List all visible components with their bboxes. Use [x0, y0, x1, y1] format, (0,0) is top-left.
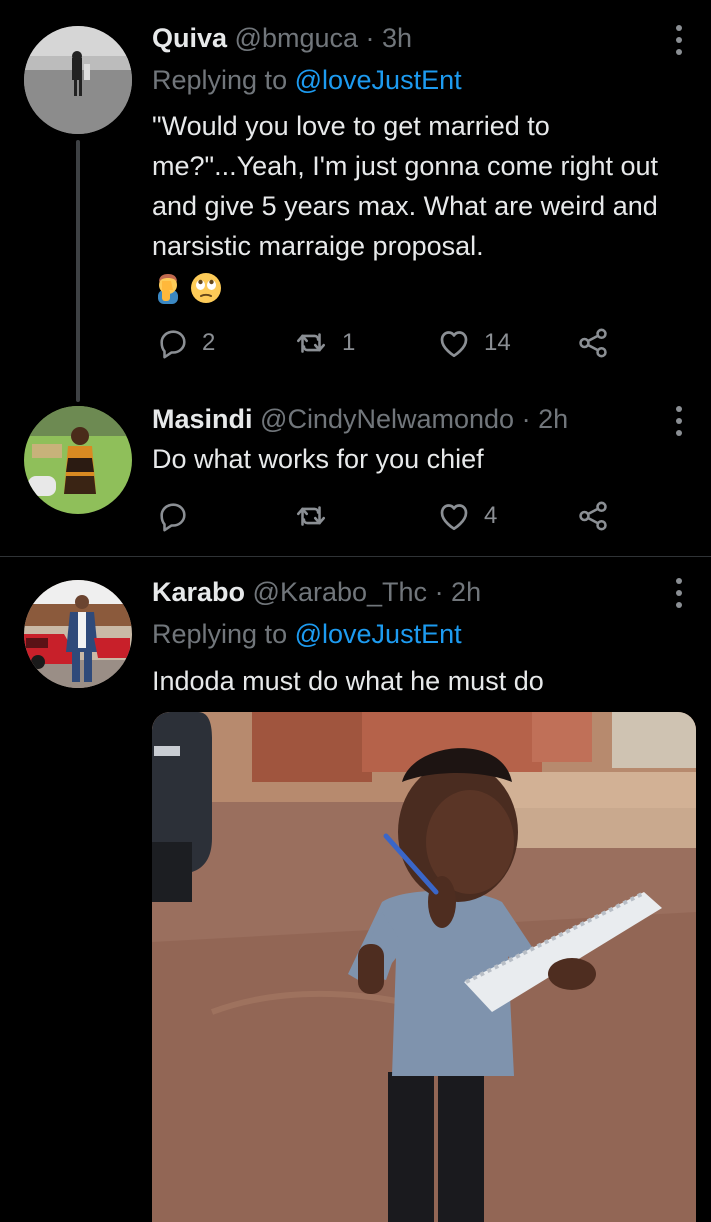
tweet-masindi[interactable]: Masindi @CindyNelwamondo · 2h Do what wo… — [0, 400, 711, 556]
tweet-text-content: Do what works for you chief — [152, 444, 484, 474]
like-count: 4 — [484, 502, 498, 529]
share-button[interactable] — [576, 323, 610, 363]
mention-link[interactable]: @loveJustEnt — [295, 65, 462, 95]
more-options-icon[interactable] — [668, 25, 690, 55]
face-with-rolling-eyes-emoji — [191, 273, 221, 303]
mention-link[interactable]: @loveJustEnt — [295, 619, 462, 649]
tweet-actions: 4 — [156, 496, 626, 536]
timestamp[interactable]: · 2h — [435, 577, 482, 607]
reply-icon — [156, 326, 190, 360]
emoji-row — [152, 268, 228, 308]
tweet-text: Do what works for you chief — [152, 439, 682, 479]
replying-prefix: Replying to — [152, 619, 288, 649]
share-icon — [576, 326, 610, 360]
heart-icon — [436, 498, 472, 534]
replying-prefix: Replying to — [152, 65, 288, 95]
heart-icon — [436, 325, 472, 361]
avatar[interactable] — [24, 580, 132, 688]
tweet-header: Quiva @bmguca · 3h — [152, 21, 412, 55]
retweet-count: 1 — [342, 329, 356, 356]
handle[interactable]: @CindyNelwamondo — [260, 404, 514, 434]
tweet-media-photo[interactable] — [152, 712, 696, 1222]
retweet-button[interactable] — [292, 496, 342, 536]
retweet-icon — [292, 499, 330, 533]
handle[interactable]: @Karabo_Thc — [253, 577, 428, 607]
more-options-icon[interactable] — [668, 578, 690, 608]
more-options-icon[interactable] — [668, 406, 690, 436]
like-button[interactable]: 4 — [436, 496, 497, 536]
tweet-text-content: Indoda must do what he must do — [152, 666, 544, 696]
handle[interactable]: @bmguca — [235, 23, 358, 53]
display-name[interactable]: Quiva — [152, 23, 227, 53]
avatar[interactable] — [24, 406, 132, 514]
tweet-text-content: "Would you love to get married to me?"..… — [152, 111, 659, 261]
tweet-text: "Would you love to get married to me?"..… — [152, 106, 682, 266]
timestamp[interactable]: · 3h — [366, 23, 413, 53]
man-facepalming-emoji — [158, 274, 178, 304]
retweet-button[interactable]: 1 — [292, 323, 355, 363]
retweet-icon — [292, 326, 330, 360]
replying-to: Replying to @loveJustEnt — [152, 617, 462, 651]
like-count: 14 — [484, 329, 511, 356]
display-name[interactable]: Masindi — [152, 404, 253, 434]
share-button[interactable] — [576, 496, 610, 536]
tweet-actions: 2 1 14 — [156, 323, 626, 363]
replying-to: Replying to @loveJustEnt — [152, 63, 462, 97]
reply-icon — [156, 499, 190, 533]
photo-toddler-with-notepad — [152, 712, 696, 1222]
reply-button[interactable] — [156, 496, 202, 536]
reply-button[interactable]: 2 — [156, 323, 215, 363]
display-name[interactable]: Karabo — [152, 577, 245, 607]
avatar[interactable] — [24, 26, 132, 134]
like-button[interactable]: 14 — [436, 323, 511, 363]
timestamp[interactable]: · 2h — [522, 404, 569, 434]
tweet-quiva[interactable]: Quiva @bmguca · 3h Replying to @loveJust… — [0, 0, 711, 402]
share-icon — [576, 499, 610, 533]
tweet-header: Karabo @Karabo_Thc · 2h — [152, 575, 481, 609]
tweet-header: Masindi @CindyNelwamondo · 2h — [152, 402, 568, 436]
reply-count: 2 — [202, 329, 216, 356]
tweet-text: Indoda must do what he must do — [152, 661, 682, 701]
thread-line — [76, 140, 80, 402]
